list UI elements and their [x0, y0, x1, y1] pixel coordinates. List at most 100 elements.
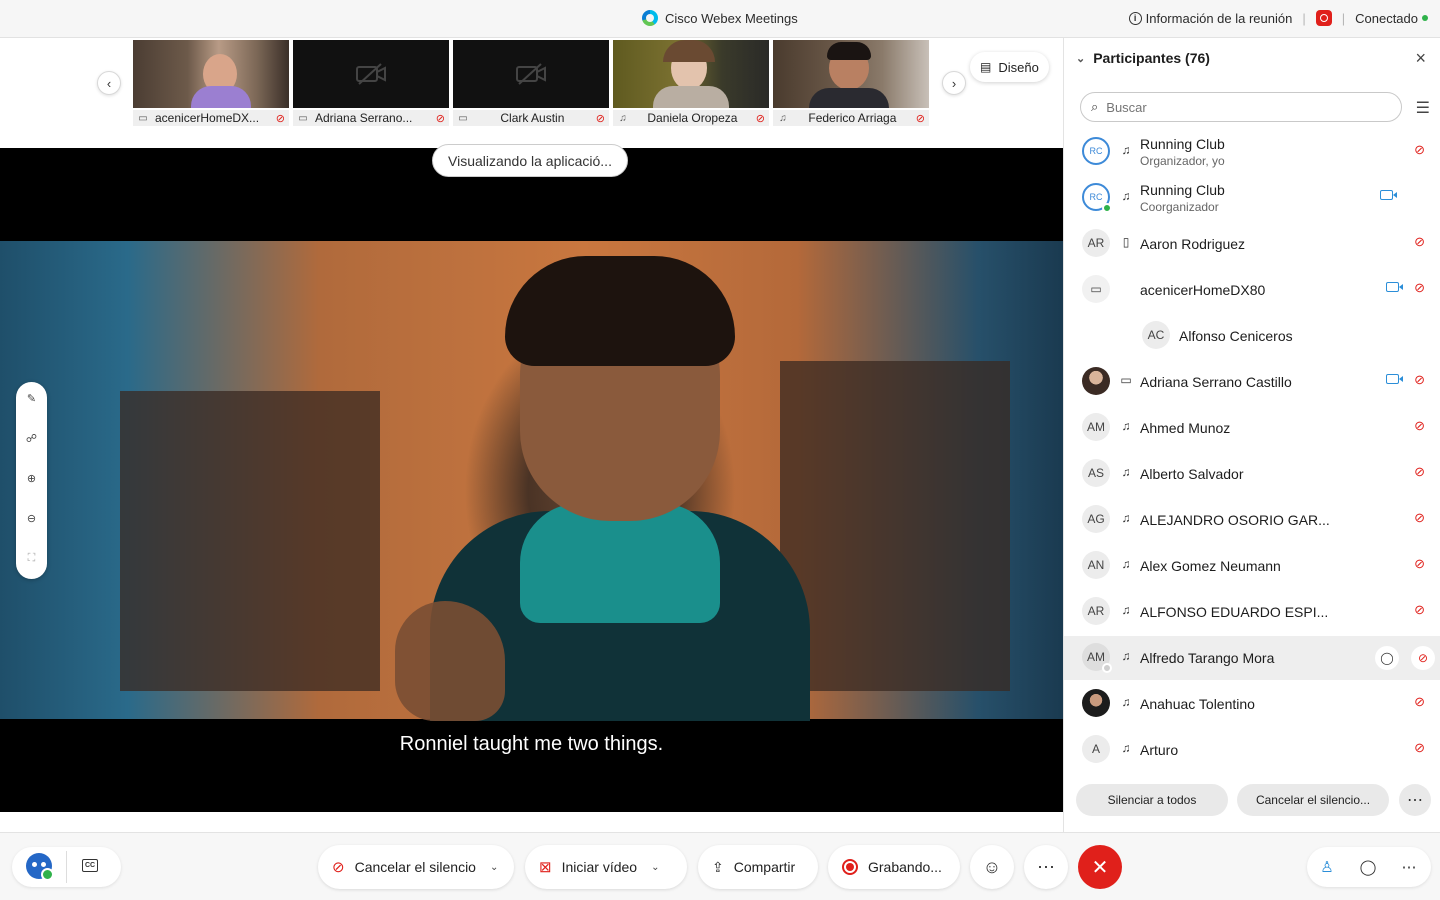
search-input[interactable] [1106, 99, 1377, 115]
muted-mic-icon[interactable]: ⊘ [1414, 280, 1425, 296]
participant-search[interactable]: ⌕ [1080, 92, 1402, 122]
video-camera-icon[interactable] [1386, 374, 1403, 384]
participant-row[interactable]: ▭ Adriana Serrano Castillo ⊘ [1064, 360, 1440, 404]
recording-label: Grabando... [868, 859, 942, 875]
app-title: Cisco Webex Meetings [642, 10, 798, 26]
chat-icon[interactable]: ◯ [1375, 646, 1399, 670]
device-icon: ▭ [138, 112, 148, 124]
muted-mic-icon[interactable]: ⊘ [1414, 142, 1425, 158]
muted-mic-icon[interactable]: ⊘ [1414, 234, 1425, 250]
layout-button[interactable]: ▤ Diseño [970, 52, 1049, 82]
shared-content-stage[interactable]: Ronniel taught me two things. [0, 148, 1063, 812]
leave-meeting-button[interactable]: ✕ [1078, 845, 1122, 889]
participant-row[interactable]: RC ♫ Running Club Organizador, yo ⊘ [1064, 130, 1440, 174]
participant-row[interactable]: ♫ Anahuac Tolentino ⊘ [1064, 682, 1440, 726]
headset-icon: ♫ [1121, 649, 1131, 663]
muted-mic-icon[interactable]: ⊘ [1414, 464, 1425, 480]
video-camera-icon[interactable] [1386, 282, 1403, 292]
video-thumbnail[interactable]: ▭ Adriana Serrano... ⊘ [293, 40, 449, 126]
participant-row[interactable]: ▭ acenicerHomeDX80 ⊘ [1064, 268, 1440, 312]
participant-row[interactable]: AM ♫ Ahmed Munoz ⊘ [1064, 406, 1440, 450]
device-icon: ▭ [458, 112, 468, 124]
participant-row[interactable]: AS ♫ Alberto Salvador ⊘ [1064, 452, 1440, 496]
chevron-down-icon[interactable]: ⌄ [490, 862, 498, 873]
participants-header[interactable]: ⌄ Participantes (76) [1076, 50, 1210, 66]
more-options-button[interactable]: ⋯ [1024, 845, 1068, 889]
headset-icon: ♫ [1121, 557, 1131, 571]
chevron-down-icon: ⌄ [1076, 52, 1086, 65]
video-off-icon: ⊠ [539, 859, 552, 876]
reactions-button[interactable]: ☺ [970, 845, 1014, 889]
muted-mic-icon[interactable]: ⊘ [1414, 372, 1425, 388]
participant-row[interactable]: AM ♫ Alfredo Tarango Mora ◯ ⊘ [1064, 636, 1440, 680]
thumbnail-video [293, 40, 449, 108]
avatar [1082, 689, 1110, 717]
viewing-application-pill[interactable]: Visualizando la aplicació... [432, 144, 628, 177]
avatar: AN [1082, 551, 1110, 579]
closed-captions-icon[interactable]: CC [82, 859, 98, 872]
camera-off-icon [516, 63, 546, 85]
participants-panel-icon[interactable]: ♙ [1315, 855, 1339, 879]
assistant-group: CC [12, 847, 121, 887]
video-thumbnail[interactable]: ♫ Daniela Oropeza ⊘ [613, 40, 769, 126]
strip-prev-button[interactable]: ‹ [97, 71, 121, 95]
start-video-button[interactable]: ⊠ Iniciar vídeo ⌄ [525, 845, 687, 889]
chat-panel-icon[interactable]: ◯ [1356, 855, 1380, 879]
video-thumbnail[interactable]: ▭ Clark Austin ⊘ [453, 40, 609, 126]
headset-icon: ♫ [1121, 511, 1131, 525]
more-panels-icon[interactable]: ⋯ [1397, 855, 1421, 879]
thumbnail-name: Daniela Oropeza [647, 111, 738, 125]
strip-next-button[interactable]: › [942, 71, 966, 95]
muted-mic-icon[interactable]: ⊘ [1414, 740, 1425, 756]
zoom-in-icon[interactable]: ⊕ [16, 472, 47, 485]
muted-mic-icon: ⊘ [332, 859, 345, 876]
remote-control-icon[interactable]: ☍ [16, 432, 47, 445]
thumbnail-video [133, 40, 289, 108]
participant-row[interactable]: RC ♫ Running Club Coorganizador [1064, 176, 1440, 220]
recording-button[interactable]: Grabando... [828, 845, 960, 889]
participant-row[interactable]: AG ♫ ALEJANDRO OSORIO GAR... ⊘ [1064, 498, 1440, 542]
mute-all-button[interactable]: Silenciar a todos [1076, 784, 1228, 816]
video-thumbnail[interactable]: ♫ Federico Arriaga ⊘ [773, 40, 929, 126]
muted-mic-icon: ⊘ [275, 112, 285, 125]
participant-row[interactable]: AR ♫ ALFONSO EDUARDO ESPI... ⊘ [1064, 590, 1440, 634]
avatar: AS [1082, 459, 1110, 487]
muted-mic-icon[interactable]: ⊘ [1414, 418, 1425, 434]
video-thumbnail[interactable]: ▭ acenicerHomeDX... ⊘ [133, 40, 289, 126]
webex-assistant-icon[interactable] [26, 853, 54, 881]
participant-name: Running Club [1140, 136, 1225, 152]
close-panel-button[interactable]: × [1415, 48, 1426, 69]
participant-name: Adriana Serrano Castillo [1140, 374, 1292, 390]
muted-mic-icon[interactable]: ⊘ [1414, 694, 1425, 710]
muted-mic-icon[interactable]: ⊘ [1414, 510, 1425, 526]
webex-logo-icon [642, 10, 658, 26]
zoom-out-icon[interactable]: ⊖ [16, 512, 47, 525]
unmute-button[interactable]: ⊘ Cancelar el silencio ⌄ [318, 845, 514, 889]
recording-indicator-icon[interactable] [1315, 10, 1332, 26]
muted-mic-icon[interactable]: ⊘ [1411, 646, 1435, 670]
headset-icon: ♫ [1121, 695, 1131, 709]
participant-row[interactable]: AN ♫ Alex Gomez Neumann ⊘ [1064, 544, 1440, 588]
participant-name: Alfonso Ceniceros [1179, 328, 1293, 344]
sort-list-icon[interactable]: ☰ [1416, 98, 1430, 118]
meeting-info-link[interactable]: i Información de la reunión [1128, 11, 1292, 26]
participant-name: Running Club [1140, 182, 1225, 198]
fit-screen-icon[interactable]: ⛶ [16, 552, 47, 565]
video-camera-icon[interactable] [1380, 190, 1397, 200]
annotate-pen-icon[interactable]: ✎ [16, 392, 47, 405]
participant-row[interactable]: AC Alfonso Ceniceros [1064, 314, 1440, 358]
participant-row[interactable]: AR ▯ Aaron Rodriguez ⊘ [1064, 222, 1440, 266]
thumbnail-video [453, 40, 609, 108]
search-icon: ⌕ [1091, 99, 1099, 114]
muted-mic-icon[interactable]: ⊘ [1414, 602, 1425, 618]
annotation-toolbar: ✎ ☍ ⊕ ⊖ ⛶ [16, 382, 47, 579]
share-button[interactable]: ⇪ Compartir [698, 845, 818, 889]
chevron-down-icon[interactable]: ⌄ [651, 862, 659, 873]
more-options-icon[interactable]: ⋯ [1399, 784, 1431, 816]
unmute-all-button[interactable]: Cancelar el silencio... [1237, 784, 1389, 816]
participant-row[interactable]: A ♫ Arturo ⊘ [1064, 728, 1440, 772]
participant-role: Coorganizador [1140, 200, 1219, 214]
participants-title: Participantes (76) [1093, 50, 1210, 66]
avatar: AM [1082, 413, 1110, 441]
muted-mic-icon[interactable]: ⊘ [1414, 556, 1425, 572]
